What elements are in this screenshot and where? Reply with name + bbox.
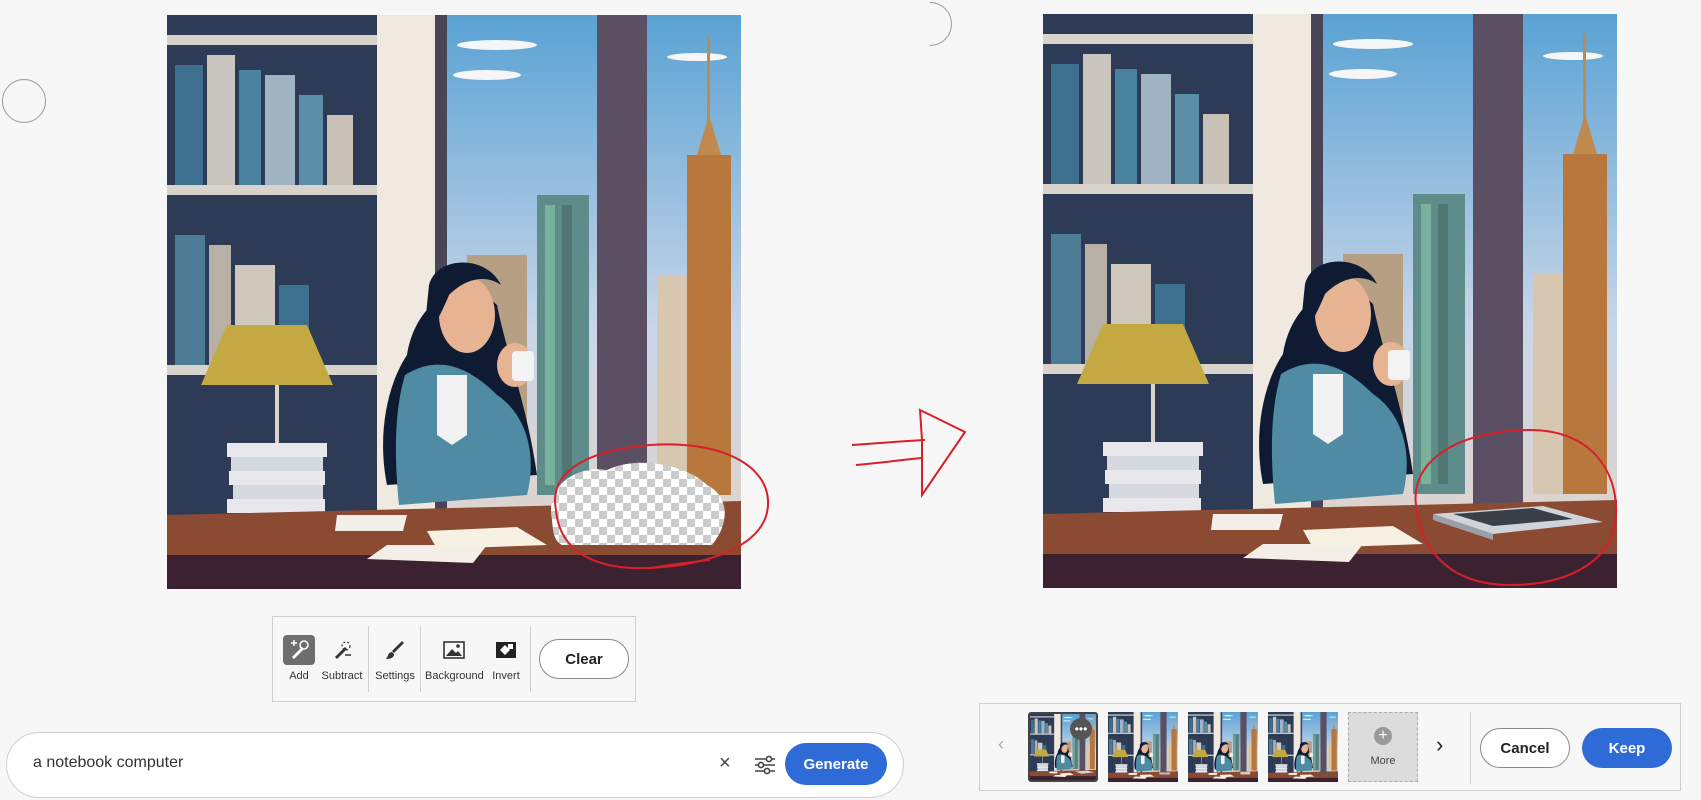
more-label: More: [1370, 755, 1396, 767]
tool-background-label: Background: [425, 670, 484, 682]
subtract-brush-icon: [326, 635, 358, 665]
generate-button[interactable]: Generate: [785, 743, 887, 785]
toolbar-divider: [420, 626, 421, 692]
previous-chevron-icon[interactable]: ‹: [998, 734, 1004, 755]
keep-button[interactable]: Keep: [1582, 728, 1672, 768]
variation-thumbnail[interactable]: •••: [1028, 712, 1098, 782]
image-icon: [438, 635, 470, 665]
brush-icon: [379, 635, 411, 665]
tool-invert[interactable]: Invert: [487, 635, 525, 682]
divider: [1470, 712, 1471, 784]
variation-thumbnail[interactable]: [1188, 712, 1258, 782]
tool-subtract[interactable]: Subtract: [319, 635, 365, 682]
tool-invert-label: Invert: [492, 670, 520, 682]
tool-add-label: Add: [289, 670, 309, 682]
clear-prompt-icon[interactable]: ×: [719, 752, 731, 775]
settings-sliders-icon[interactable]: [753, 753, 777, 782]
tool-add[interactable]: Add: [279, 635, 319, 682]
toolbar-divider: [368, 626, 369, 692]
more-options-icon[interactable]: •••: [1070, 718, 1092, 740]
annotation-circle-right: [1414, 428, 1618, 587]
annotation-arrow: [851, 439, 926, 446]
prompt-input[interactable]: a notebook computer: [33, 754, 183, 772]
selection-toolbar: Add Subtract Settings Background Invert …: [272, 616, 636, 702]
more-variations-button[interactable]: + More: [1348, 712, 1418, 782]
clear-button[interactable]: Clear: [539, 639, 629, 679]
plus-circle-icon: +: [1374, 727, 1392, 745]
tool-subtract-label: Subtract: [321, 670, 363, 682]
toolbar-divider: [530, 626, 531, 692]
tool-settings-label: Settings: [375, 670, 415, 682]
tool-background[interactable]: Background: [425, 635, 484, 682]
next-chevron-icon[interactable]: ›: [1436, 732, 1443, 758]
tool-settings[interactable]: Settings: [373, 635, 417, 682]
annotation-layer: [554, 408, 1618, 587]
variations-bar: ‹ ••• + More › Cancel Keep: [979, 703, 1681, 791]
prompt-bar: a notebook computer × Generate: [6, 732, 904, 798]
variation-thumbnail[interactable]: [1268, 712, 1338, 782]
variation-thumbnail[interactable]: [1108, 712, 1178, 782]
invert-icon: [490, 635, 522, 665]
add-brush-icon: [283, 635, 315, 665]
cancel-button[interactable]: Cancel: [1480, 728, 1570, 768]
annotation-circle-left: [554, 443, 770, 570]
